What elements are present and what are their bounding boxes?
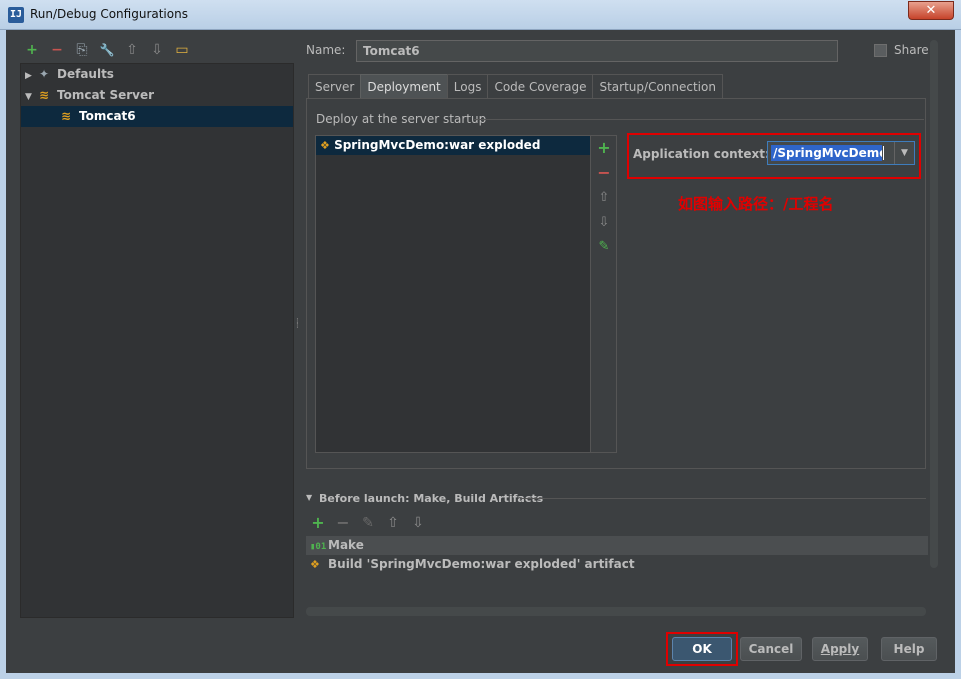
tomcat-icon: ≋ bbox=[39, 88, 50, 102]
tree-item-tomcat6[interactable]: ≋ Tomcat6 bbox=[21, 106, 293, 127]
remove-artifact-icon[interactable]: − bbox=[597, 165, 611, 181]
task-label: Make bbox=[328, 538, 364, 552]
artifact-toolbar bbox=[590, 135, 617, 453]
app-context-input[interactable]: /SpringMvcDemo bbox=[771, 145, 882, 161]
horizontal-scrollbar[interactable] bbox=[306, 607, 926, 616]
task-label: Build 'SpringMvcDemo:war exploded' artif… bbox=[328, 557, 635, 571]
tab-server[interactable]: Server bbox=[308, 74, 362, 99]
deploy-section-label: Deploy at the server startup bbox=[316, 112, 487, 126]
tree-item-tomcat-server[interactable]: ▼ ≋ Tomcat Server bbox=[21, 85, 293, 106]
artifact-icon: ❖ bbox=[310, 558, 320, 571]
artifact-list-item[interactable]: ❖ SpringMvcDemo:war exploded bbox=[316, 136, 590, 155]
chevron-down-icon[interactable]: ▼ bbox=[894, 142, 914, 164]
tree-item-label: Defaults bbox=[57, 67, 114, 81]
intellij-app-icon: IJ bbox=[8, 7, 24, 23]
help-button[interactable]: Help bbox=[881, 637, 937, 661]
wrench-icon: ✦ bbox=[39, 67, 50, 81]
remove-task-icon[interactable]: − bbox=[335, 515, 351, 531]
add-artifact-icon[interactable]: + bbox=[597, 140, 611, 156]
artifact-list[interactable] bbox=[315, 135, 591, 453]
config-tabs: Server Deployment Logs Code Coverage Sta… bbox=[308, 74, 723, 99]
tab-code-coverage[interactable]: Code Coverage bbox=[487, 74, 594, 99]
collapse-arrow-icon[interactable]: ▼ bbox=[25, 87, 39, 108]
annotation-text: 如图输入路径：/工程名 bbox=[678, 195, 834, 213]
move-up-icon[interactable]: ⇧ bbox=[123, 41, 141, 59]
configuration-tree[interactable]: ▶ ✦ Defaults ▼ ≋ Tomcat Server ≋ Tomcat6 bbox=[20, 63, 294, 618]
name-input[interactable]: Tomcat6 bbox=[356, 40, 838, 62]
apply-button[interactable]: Apply bbox=[812, 637, 868, 661]
window-title: Run/Debug Configurations bbox=[30, 7, 188, 21]
tab-startup-connection[interactable]: Startup/Connection bbox=[592, 74, 723, 99]
edit-artifact-icon[interactable]: ✎ bbox=[597, 240, 611, 254]
collapse-arrow-icon[interactable]: ▼ bbox=[306, 493, 312, 502]
cancel-button[interactable]: Cancel bbox=[740, 637, 802, 661]
add-task-icon[interactable]: + bbox=[310, 515, 326, 531]
tab-logs[interactable]: Logs bbox=[446, 74, 489, 99]
expand-arrow-icon[interactable]: ▶ bbox=[25, 66, 39, 87]
copy-config-icon[interactable]: ⎘ bbox=[73, 41, 91, 59]
close-window-button[interactable]: ✕ bbox=[908, 1, 954, 20]
move-artifact-down-icon[interactable]: ⇩ bbox=[597, 216, 611, 230]
section-divider bbox=[474, 119, 924, 120]
tree-item-defaults[interactable]: ▶ ✦ Defaults bbox=[21, 64, 293, 85]
artifact-label: SpringMvcDemo:war exploded bbox=[334, 138, 541, 152]
app-context-label: Application context: bbox=[633, 147, 770, 161]
tab-deployment[interactable]: Deployment bbox=[360, 74, 448, 99]
folder-icon[interactable]: ▭ bbox=[173, 41, 191, 59]
splitter-handle[interactable]: ⁞ ⁞ bbox=[296, 318, 300, 340]
artifact-icon: ❖ bbox=[320, 139, 330, 152]
edit-task-icon[interactable]: ✎ bbox=[360, 515, 376, 531]
task-item-make[interactable]: ▮01 Make bbox=[306, 536, 928, 555]
tree-item-label: Tomcat Server bbox=[57, 88, 155, 102]
share-label: Share bbox=[894, 43, 929, 57]
task-item-build-artifact[interactable]: ❖ Build 'SpringMvcDemo:war exploded' arti… bbox=[306, 555, 928, 574]
before-launch-label[interactable]: Before launch: Make, Build Artifacts bbox=[319, 492, 543, 505]
before-launch-list[interactable]: ▮01 Make ❖ Build 'SpringMvcDemo:war explod… bbox=[306, 536, 928, 606]
tree-item-label: Tomcat6 bbox=[79, 109, 136, 123]
move-down-icon[interactable]: ⇩ bbox=[148, 41, 166, 59]
name-label: Name: bbox=[306, 43, 346, 57]
move-artifact-up-icon[interactable]: ⇧ bbox=[597, 191, 611, 205]
remove-config-icon[interactable]: − bbox=[48, 41, 66, 59]
vertical-scrollbar[interactable] bbox=[930, 40, 938, 568]
ok-button[interactable]: OK bbox=[672, 637, 732, 661]
move-task-down-icon[interactable]: ⇩ bbox=[410, 515, 426, 531]
section-divider bbox=[520, 498, 926, 499]
share-checkbox[interactable] bbox=[874, 44, 887, 57]
move-task-up-icon[interactable]: ⇧ bbox=[385, 515, 401, 531]
edit-defaults-icon[interactable]: 🔧 bbox=[98, 41, 116, 59]
add-config-icon[interactable]: + bbox=[23, 41, 41, 59]
tomcat-icon: ≋ bbox=[61, 109, 72, 123]
text-caret bbox=[883, 146, 884, 160]
